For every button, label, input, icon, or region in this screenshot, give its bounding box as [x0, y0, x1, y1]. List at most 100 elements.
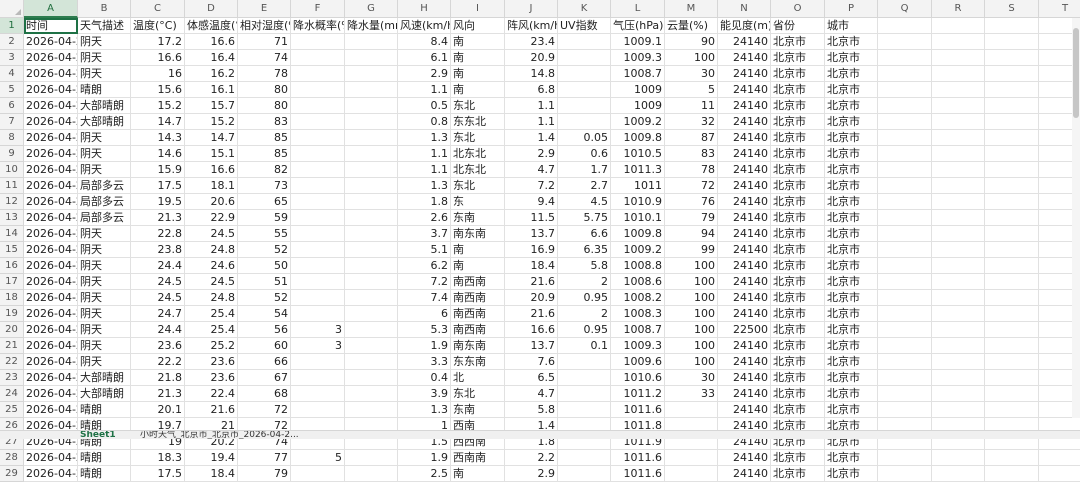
row-number[interactable]: 7	[0, 114, 24, 130]
table-cell[interactable]	[291, 130, 345, 146]
table-cell[interactable]	[878, 274, 932, 290]
table-cell[interactable]: 北京市	[825, 370, 878, 386]
column-header-l[interactable]: L	[611, 0, 665, 18]
table-cell[interactable]	[878, 114, 932, 130]
table-cell[interactable]: 北京市	[771, 322, 825, 338]
table-cell[interactable]: 21.3	[131, 210, 185, 226]
table-cell[interactable]: 阴天	[78, 258, 131, 274]
table-cell[interactable]	[985, 274, 1039, 290]
table-cell[interactable]	[1039, 450, 1080, 466]
row-number[interactable]: 1	[0, 18, 24, 34]
column-header-q[interactable]: Q	[878, 0, 932, 18]
table-cell[interactable]: 24140	[718, 226, 771, 242]
table-cell[interactable]: 1.1	[505, 114, 558, 130]
table-cell[interactable]: 东南	[451, 402, 505, 418]
table-cell[interactable]: 7.6	[505, 354, 558, 370]
table-cell[interactable]: 阴天	[78, 50, 131, 66]
row-number[interactable]: 28	[0, 450, 24, 466]
table-cell[interactable]	[878, 450, 932, 466]
row-number[interactable]: 23	[0, 370, 24, 386]
table-cell[interactable]	[985, 66, 1039, 82]
table-cell[interactable]: 东东北	[451, 114, 505, 130]
table-cell[interactable]	[878, 354, 932, 370]
table-cell[interactable]: 16	[131, 66, 185, 82]
table-cell[interactable]	[932, 146, 985, 162]
row-number[interactable]: 29	[0, 466, 24, 482]
table-cell[interactable]	[345, 402, 398, 418]
table-cell[interactable]: 2	[558, 306, 611, 322]
table-cell[interactable]	[985, 50, 1039, 66]
table-cell[interactable]: 北京市	[771, 466, 825, 482]
table-cell[interactable]: 北京市	[825, 258, 878, 274]
table-cell[interactable]	[985, 466, 1039, 482]
table-cell[interactable]	[985, 130, 1039, 146]
column-header-p[interactable]: P	[825, 0, 878, 18]
row-number[interactable]: 15	[0, 242, 24, 258]
table-cell[interactable]	[291, 194, 345, 210]
table-cell[interactable]: 北京市	[825, 354, 878, 370]
row-number[interactable]: 16	[0, 258, 24, 274]
table-cell[interactable]: 北京市	[771, 354, 825, 370]
table-cell[interactable]: 24140	[718, 338, 771, 354]
header-cell[interactable]: 省份	[771, 18, 825, 34]
table-cell[interactable]: 北京市	[771, 258, 825, 274]
table-cell[interactable]: 局部多云	[78, 210, 131, 226]
table-cell[interactable]: 21.6	[505, 306, 558, 322]
table-cell[interactable]: 北东北	[451, 146, 505, 162]
table-cell[interactable]: 1.3	[398, 130, 451, 146]
table-cell[interactable]: 19.4	[185, 450, 238, 466]
column-header-n[interactable]: N	[718, 0, 771, 18]
header-cell[interactable]: 降水概率(%)	[291, 18, 345, 34]
row-number[interactable]: 14	[0, 226, 24, 242]
table-cell[interactable]: 74	[238, 50, 291, 66]
table-cell[interactable]: 1.8	[398, 194, 451, 210]
table-cell[interactable]: 5.8	[558, 258, 611, 274]
table-cell[interactable]: 1008.6	[611, 274, 665, 290]
table-cell[interactable]	[985, 98, 1039, 114]
table-cell[interactable]: 北京市	[825, 146, 878, 162]
table-cell[interactable]	[291, 162, 345, 178]
table-cell[interactable]	[345, 450, 398, 466]
table-cell[interactable]: 16.1	[185, 82, 238, 98]
table-cell[interactable]	[985, 210, 1039, 226]
table-cell[interactable]: 55	[238, 226, 291, 242]
table-cell[interactable]: 北京市	[825, 114, 878, 130]
table-cell[interactable]	[878, 82, 932, 98]
header-cell[interactable]: UV指数	[558, 18, 611, 34]
table-cell[interactable]: 79	[238, 466, 291, 482]
table-cell[interactable]: 阴天	[78, 306, 131, 322]
table-cell[interactable]: 24.4	[131, 258, 185, 274]
table-cell[interactable]: 1009.1	[611, 34, 665, 50]
table-cell[interactable]: 北	[451, 370, 505, 386]
table-cell[interactable]: 4.7	[505, 386, 558, 402]
table-cell[interactable]: 6	[398, 306, 451, 322]
table-cell[interactable]: 73	[238, 178, 291, 194]
table-cell[interactable]: 2026-04-24	[24, 82, 78, 98]
table-cell[interactable]: 2026-04-24	[24, 386, 78, 402]
table-cell[interactable]: 2026-04-24	[24, 274, 78, 290]
table-cell[interactable]: 3	[291, 338, 345, 354]
header-cell[interactable]: 温度(°C)	[131, 18, 185, 34]
table-cell[interactable]	[985, 354, 1039, 370]
table-cell[interactable]: 24.6	[185, 258, 238, 274]
table-cell[interactable]: 1.9	[398, 450, 451, 466]
table-cell[interactable]: 北京市	[825, 450, 878, 466]
table-cell[interactable]	[291, 66, 345, 82]
table-cell[interactable]: 北京市	[825, 34, 878, 50]
table-cell[interactable]: 15.9	[131, 162, 185, 178]
table-cell[interactable]: 5.75	[558, 210, 611, 226]
table-cell[interactable]: 5	[665, 82, 718, 98]
table-cell[interactable]	[932, 386, 985, 402]
table-cell[interactable]: 1.7	[558, 162, 611, 178]
table-cell[interactable]: 24140	[718, 402, 771, 418]
header-cell[interactable]: 阵风(km/h)	[505, 18, 558, 34]
table-cell[interactable]: 78	[238, 66, 291, 82]
table-cell[interactable]: 100	[665, 274, 718, 290]
table-cell[interactable]: 87	[665, 130, 718, 146]
table-cell[interactable]	[932, 242, 985, 258]
table-cell[interactable]: 24140	[718, 146, 771, 162]
table-cell[interactable]	[932, 130, 985, 146]
table-cell[interactable]	[291, 34, 345, 50]
column-header-c[interactable]: C	[131, 0, 185, 18]
table-cell[interactable]	[345, 162, 398, 178]
